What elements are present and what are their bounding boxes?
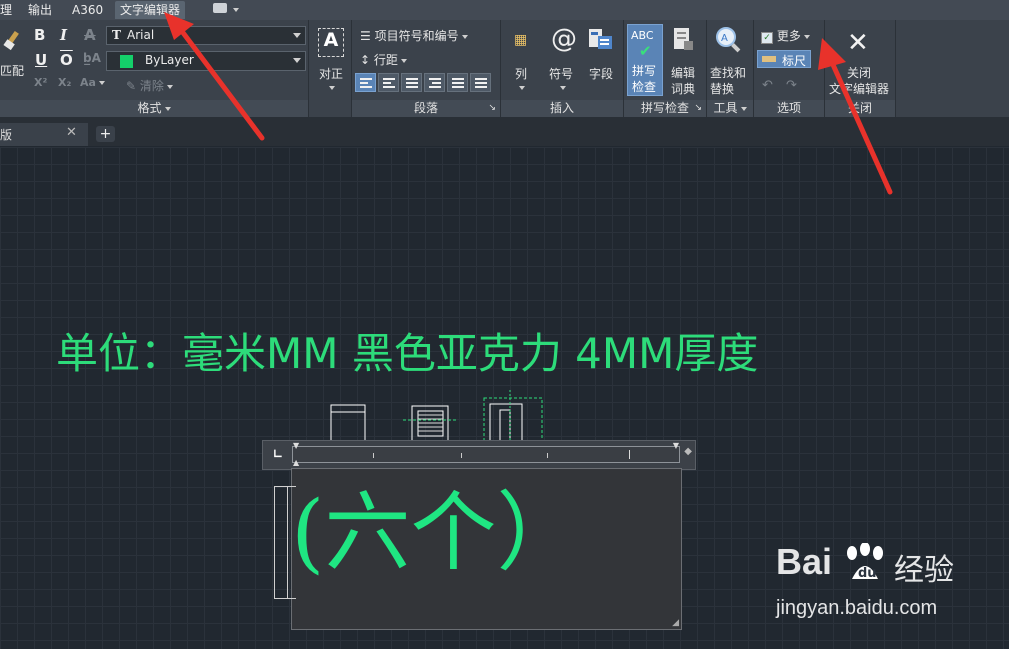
baidu-watermark: Bai du 经验 jingyan.baidu.com: [776, 541, 1001, 631]
watermark-brand: Bai: [776, 541, 833, 582]
red-arrow-icon: [164, 12, 265, 141]
watermark-brand-2: 经验: [894, 553, 954, 588]
watermark-url: jingyan.baidu.com: [776, 597, 938, 619]
svg-text:du: du: [858, 566, 877, 581]
paw-logo-icon: du: [842, 542, 888, 583]
red-arrow-icon: [818, 38, 893, 195]
